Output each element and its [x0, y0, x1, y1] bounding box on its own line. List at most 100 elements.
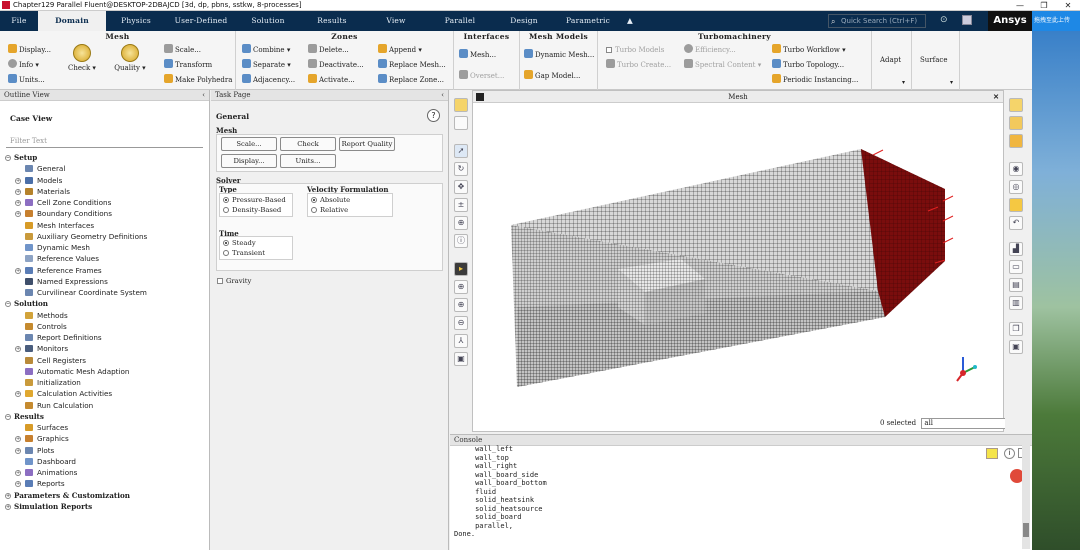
zoom-to-area-icon[interactable]: ⊕: [454, 216, 468, 230]
help-button[interactable]: ?: [427, 109, 440, 122]
zones-deactivate-button[interactable]: Deactivate...: [308, 59, 364, 72]
tree-node-boundary-conditions[interactable]: + Boundary Conditions: [0, 208, 210, 219]
efficiency-button[interactable]: Efficiency...: [684, 44, 736, 57]
tree-node-auxiliary-geometry-definitions[interactable]: Auxiliary Geometry Definitions: [0, 231, 210, 242]
zoom-box-icon[interactable]: ⊕: [454, 280, 468, 294]
tree-node-named-expressions[interactable]: Named Expressions: [0, 276, 210, 287]
tree-node-reference-frames[interactable]: + Reference Frames: [0, 265, 210, 276]
mesh-transform-button[interactable]: Transform: [164, 59, 212, 72]
tree-node-run-calculation[interactable]: Run Calculation: [0, 400, 210, 411]
appearance-icon[interactable]: [454, 116, 468, 130]
tab-domain[interactable]: Domain: [38, 11, 106, 31]
tree-node-results[interactable]: − Results: [0, 411, 210, 422]
expand-toggle-icon[interactable]: +: [5, 503, 11, 510]
console-warning-icon[interactable]: [986, 448, 998, 459]
tree-node-controls[interactable]: Controls: [0, 321, 210, 332]
check-button[interactable]: Check: [280, 137, 336, 151]
collapse-taskpage-icon[interactable]: ‹: [441, 90, 444, 101]
console-scroll-thumb[interactable]: [1023, 523, 1029, 537]
tab-user-defined[interactable]: User-Defined: [166, 11, 236, 31]
collapse-outline-icon[interactable]: ‹: [202, 90, 205, 101]
interfaces-mesh-button[interactable]: Mesh...: [459, 49, 496, 62]
expand-toggle-icon[interactable]: +: [15, 470, 21, 476]
maximize-button[interactable]: ❐: [1032, 0, 1056, 11]
make-polyhedra-button[interactable]: Make Polyhedra: [164, 74, 232, 87]
tree-node-plots[interactable]: + Plots: [0, 445, 210, 456]
tree-node-graphics[interactable]: + Graphics: [0, 433, 210, 444]
expand-toggle-icon[interactable]: +: [15, 436, 21, 443]
expand-toggle-icon[interactable]: +: [15, 211, 21, 218]
tree-node-monitors[interactable]: + Monitors: [0, 343, 210, 354]
rotate-icon[interactable]: ↻: [454, 162, 468, 176]
snapshot-icon[interactable]: ▣: [1009, 340, 1023, 354]
mesh-check-button[interactable]: Check ▾: [68, 44, 96, 72]
tree-node-mesh-interfaces[interactable]: Mesh Interfaces: [0, 220, 210, 231]
zones-delete-button[interactable]: Delete...: [308, 44, 349, 57]
console-info-icon[interactable]: i: [1004, 448, 1015, 459]
turbo-create-button[interactable]: Turbo Create...: [606, 59, 671, 72]
tree-node-curvilinear-coordinate-system[interactable]: Curvilinear Coordinate System: [0, 287, 210, 298]
expand-toggle-icon[interactable]: −: [5, 155, 11, 161]
tree-node-reference-values[interactable]: Reference Values: [0, 253, 210, 264]
tree-node-surfaces[interactable]: Surfaces: [0, 422, 210, 433]
close-graphics-icon[interactable]: ✕: [993, 91, 999, 103]
tree-node-materials[interactable]: + Materials: [0, 186, 210, 197]
mesh-scale-button[interactable]: Scale...: [164, 44, 201, 57]
transient-radio[interactable]: Transient: [223, 248, 265, 258]
zones-adjacency-button[interactable]: Adjacency...: [242, 74, 295, 87]
zoom-out-icon[interactable]: ⊖: [454, 316, 468, 330]
turbo-models-checkbox[interactable]: Turbo Models: [606, 44, 664, 57]
tree-node-initialization[interactable]: Initialization: [0, 377, 210, 388]
layout-icon[interactable]: [962, 15, 972, 25]
ribbon-group-surface[interactable]: Surface ▾: [912, 31, 960, 90]
console-output[interactable]: wall_left wall_top wall_right wall_board…: [454, 445, 1014, 539]
axis-triad[interactable]: [956, 357, 977, 382]
minimize-button[interactable]: —: [1008, 0, 1032, 11]
expand-toggle-icon[interactable]: +: [15, 188, 21, 195]
tree-node-calculation-activities[interactable]: + Calculation Activities: [0, 388, 210, 399]
undo-view-icon[interactable]: ↶: [1009, 216, 1023, 230]
pointer-icon[interactable]: ➚: [454, 144, 468, 158]
interfaces-overset-button[interactable]: Overset...: [459, 70, 504, 83]
report-quality-button[interactable]: Report Quality: [339, 137, 395, 151]
tree-node-general[interactable]: General: [0, 163, 210, 174]
mesh-display-button[interactable]: Display...: [8, 44, 51, 57]
upload-banner[interactable]: 拖拽至此上传: [1032, 11, 1080, 31]
surface-dropdown-icon[interactable]: ▾: [950, 79, 953, 86]
tree-node-animations[interactable]: + Animations: [0, 467, 210, 478]
turbo-topology-button[interactable]: Turbo Topology...: [772, 59, 844, 72]
legend-icon[interactable]: ▭: [1009, 260, 1023, 274]
tree-node-cell-zone-conditions[interactable]: + Cell Zone Conditions: [0, 197, 210, 208]
steady-radio[interactable]: Steady: [223, 238, 256, 248]
zoom-in-out-icon[interactable]: ±: [454, 198, 468, 212]
zones-append-button[interactable]: Append ▾: [378, 44, 422, 57]
tab-view[interactable]: View: [364, 11, 428, 31]
mesh-quality-button[interactable]: Quality ▾: [112, 44, 148, 72]
tab-physics[interactable]: Physics: [106, 11, 166, 31]
turbo-workflow-button[interactable]: Turbo Workflow ▾: [772, 44, 846, 57]
tree-node-cell-registers[interactable]: Cell Registers: [0, 355, 210, 366]
expand-toggle-icon[interactable]: +: [5, 492, 11, 499]
tree-node-dashboard[interactable]: Dashboard: [0, 456, 210, 467]
colormap-icon[interactable]: [1009, 134, 1023, 148]
console-scrollbar[interactable]: [1022, 445, 1030, 549]
tree-node-models[interactable]: + Models: [0, 175, 210, 186]
tab-design[interactable]: Design: [492, 11, 556, 31]
help-icon[interactable]: ⊙: [940, 15, 948, 25]
annotate-icon[interactable]: ▤: [1009, 278, 1023, 292]
zones-activate-button[interactable]: Activate...: [308, 74, 355, 87]
zones-replace-zone-button[interactable]: Replace Zone...: [378, 74, 444, 87]
expand-toggle-icon[interactable]: +: [15, 447, 21, 454]
close-window-button[interactable]: ✕: [1056, 0, 1080, 11]
layers-icon[interactable]: [1009, 198, 1023, 212]
mesh-units-button[interactable]: Units...: [8, 74, 45, 87]
expand-toggle-icon[interactable]: +: [15, 177, 21, 184]
expand-toggle-icon[interactable]: −: [5, 301, 11, 308]
tab-results[interactable]: Results: [300, 11, 364, 31]
tree-node-simulation-reports[interactable]: + Simulation Reports: [0, 501, 210, 512]
quick-search-input[interactable]: ⌕ Quick Search (Ctrl+F): [828, 14, 926, 28]
adapt-dropdown-icon[interactable]: ▾: [902, 79, 905, 86]
display-button[interactable]: Display...: [221, 154, 277, 168]
ruler-icon[interactable]: ▥: [1009, 296, 1023, 310]
gap-model-button[interactable]: Gap Model...: [524, 70, 580, 83]
